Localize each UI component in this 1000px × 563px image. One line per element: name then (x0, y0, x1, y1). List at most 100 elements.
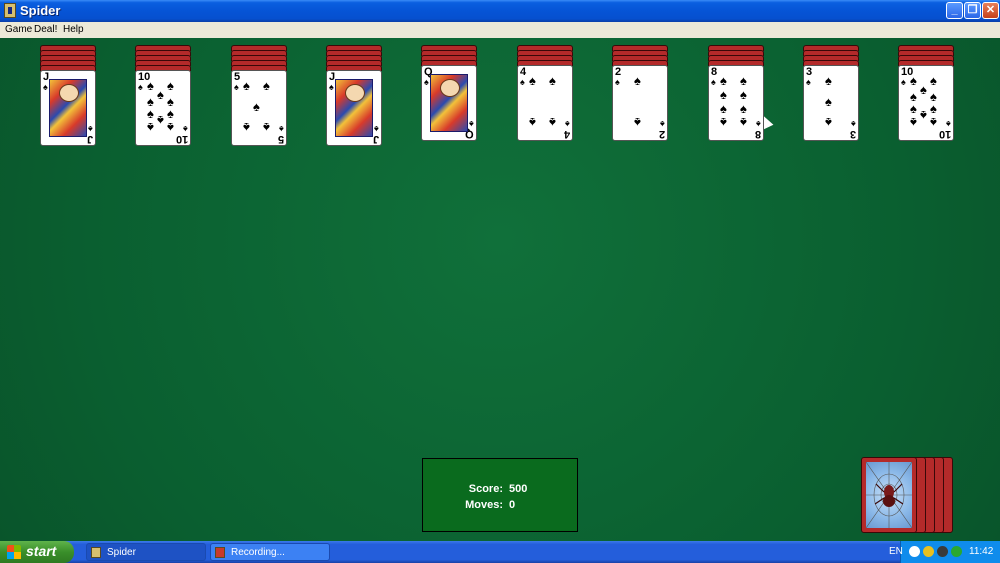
spade-icon: ♠ (147, 78, 154, 93)
face-card-art (430, 74, 468, 132)
spade-icon: ♠ (243, 78, 250, 93)
spade-icon: ♠ (930, 115, 937, 130)
face-up-card[interactable]: 5 ♠ 5 ♠ ♠ ♠ ♠ ♠ ♠ (231, 70, 287, 146)
spade-icon: ♠ (253, 99, 260, 114)
menu-game[interactable]: Game (5, 24, 32, 35)
spade-icon: ♠ (720, 115, 727, 130)
spade-icon: ♠ (910, 101, 917, 116)
spade-icon: ♠ (167, 78, 174, 93)
taskbar-item-label: Recording... (231, 547, 285, 558)
spade-icon: ♠ (920, 108, 927, 123)
card-rank: 2 (658, 128, 665, 140)
card-rank: 3 (849, 128, 856, 140)
spade-icon: ♠ (946, 119, 951, 129)
spade-icon: ♠ (43, 82, 48, 92)
stock-pile[interactable] (861, 457, 956, 533)
tray-expand-icon[interactable] (909, 546, 920, 557)
minimize-button[interactable]: _ (946, 2, 963, 19)
taskbar-item-recording[interactable]: Recording... (210, 543, 330, 561)
spade-icon: ♠ (529, 73, 536, 88)
spade-icon: ♠ (930, 101, 937, 116)
face-up-card[interactable]: Q ♠ Q ♠ (421, 65, 477, 141)
card-pips: ♠ ♠ ♠ ♠ (527, 72, 563, 134)
spade-icon: ♠ (806, 77, 811, 87)
maximize-button[interactable]: ❐ (964, 2, 981, 19)
score-panel: Score: 500 Moves: 0 (422, 458, 578, 532)
spade-icon: ♠ (756, 119, 761, 129)
face-up-card[interactable]: 10 ♠ 10 ♠ ♠ ♠ ♠ ♠ ♠ ♠ ♠ ♠ ♠ ♠ (135, 70, 191, 146)
face-up-card[interactable]: 3 ♠ 3 ♠ ♠ ♠ ♠ (803, 65, 859, 141)
spade-icon: ♠ (147, 106, 154, 121)
spade-icon: ♠ (910, 115, 917, 130)
taskbar: start Spider Recording... EN 11:42 (0, 541, 1000, 563)
spade-icon: ♠ (167, 120, 174, 135)
spade-icon: ♠ (720, 73, 727, 88)
spade-icon: ♠ (660, 119, 665, 129)
card-rank: J (86, 133, 93, 145)
spade-icon: ♠ (520, 77, 525, 87)
card-rank: 5 (277, 133, 284, 145)
spade-icon: ♠ (565, 119, 570, 129)
spade-icon: ♠ (711, 77, 716, 87)
face-up-card[interactable]: 2 ♠ 2 ♠ ♠ ♠ (612, 65, 668, 141)
card-rank: 4 (563, 128, 570, 140)
spider-app-icon (91, 547, 101, 558)
spade-icon: ♠ (329, 82, 334, 92)
spade-icon: ♠ (263, 78, 270, 93)
spade-icon: ♠ (529, 115, 536, 130)
face-up-card[interactable]: 8 ♠ 8 ♠ ♠ ♠ ♠ ♠ ♠ ♠ ♠ ♠ (708, 65, 764, 141)
spade-icon: ♠ (243, 120, 250, 135)
spider-web-icon (865, 461, 913, 529)
spade-icon: ♠ (157, 87, 164, 102)
taskbar-item-label: Spider (107, 547, 136, 558)
spade-icon: ♠ (88, 124, 93, 134)
spade-icon: ♠ (138, 82, 143, 92)
spade-icon: ♠ (825, 94, 832, 109)
spade-icon: ♠ (901, 77, 906, 87)
face-up-card[interactable]: 10 ♠ 10 ♠ ♠ ♠ ♠ ♠ ♠ ♠ ♠ ♠ ♠ ♠ (898, 65, 954, 141)
card-pips: ♠ ♠ (622, 72, 658, 134)
stock-card-back[interactable] (861, 457, 917, 533)
spade-icon: ♠ (634, 73, 641, 88)
spade-icon: ♠ (825, 73, 832, 88)
spade-icon: ♠ (740, 115, 747, 130)
taskbar-item-spider[interactable]: Spider (86, 543, 206, 561)
spade-icon: ♠ (720, 87, 727, 102)
language-indicator[interactable]: EN (889, 546, 903, 557)
face-up-card[interactable]: 4 ♠ 4 ♠ ♠ ♠ ♠ ♠ (517, 65, 573, 141)
spade-icon: ♠ (549, 115, 556, 130)
game-table[interactable]: Score: 500 Moves: 0 J ♠ J ♠ 10 ♠ 10 ♠ ♠ ♠ ♠ ♠ ♠ ♠ ♠ ♠ ♠ ♠… (0, 38, 1000, 541)
card-pips: ♠ ♠ ♠ ♠ ♠ ♠ ♠ ♠ (718, 72, 754, 134)
spade-icon: ♠ (469, 119, 474, 129)
window-title: Spider (20, 3, 61, 18)
spade-icon: ♠ (920, 82, 927, 97)
spade-icon: ♠ (234, 82, 239, 92)
menu-bar: Game Deal! Help (0, 22, 1000, 38)
moves-label: Moves: (465, 499, 503, 511)
spade-icon: ♠ (167, 106, 174, 121)
spade-icon: ♠ (615, 77, 620, 87)
spade-icon: ♠ (740, 101, 747, 116)
menu-help[interactable]: Help (63, 24, 84, 35)
menu-deal[interactable]: Deal! (34, 24, 57, 35)
spade-icon: ♠ (851, 119, 856, 129)
moves-value: 0 (509, 499, 516, 511)
spade-icon: ♠ (263, 120, 270, 135)
tray-volume-icon[interactable] (937, 546, 948, 557)
face-up-card[interactable]: J ♠ J ♠ (40, 70, 96, 146)
start-button[interactable]: start (0, 541, 74, 563)
spade-icon: ♠ (424, 77, 429, 87)
spade-icon: ♠ (930, 73, 937, 88)
face-up-card[interactable]: J ♠ J ♠ (326, 70, 382, 146)
spider-app-icon (4, 3, 16, 18)
tray-folder-icon[interactable] (923, 546, 934, 557)
start-label: start (26, 543, 57, 559)
card-rank: 8 (754, 128, 761, 140)
spade-icon: ♠ (634, 115, 641, 130)
tray-security-icon[interactable] (951, 546, 962, 557)
close-button[interactable]: ✕ (982, 2, 999, 19)
face-card-art (335, 79, 373, 137)
card-pips: ♠ ♠ ♠ ♠ ♠ (241, 77, 277, 139)
title-bar: Spider _ ❐ ✕ (0, 0, 1000, 22)
card-pips: ♠ ♠ ♠ ♠ ♠ ♠ ♠ ♠ ♠ ♠ (908, 72, 944, 134)
